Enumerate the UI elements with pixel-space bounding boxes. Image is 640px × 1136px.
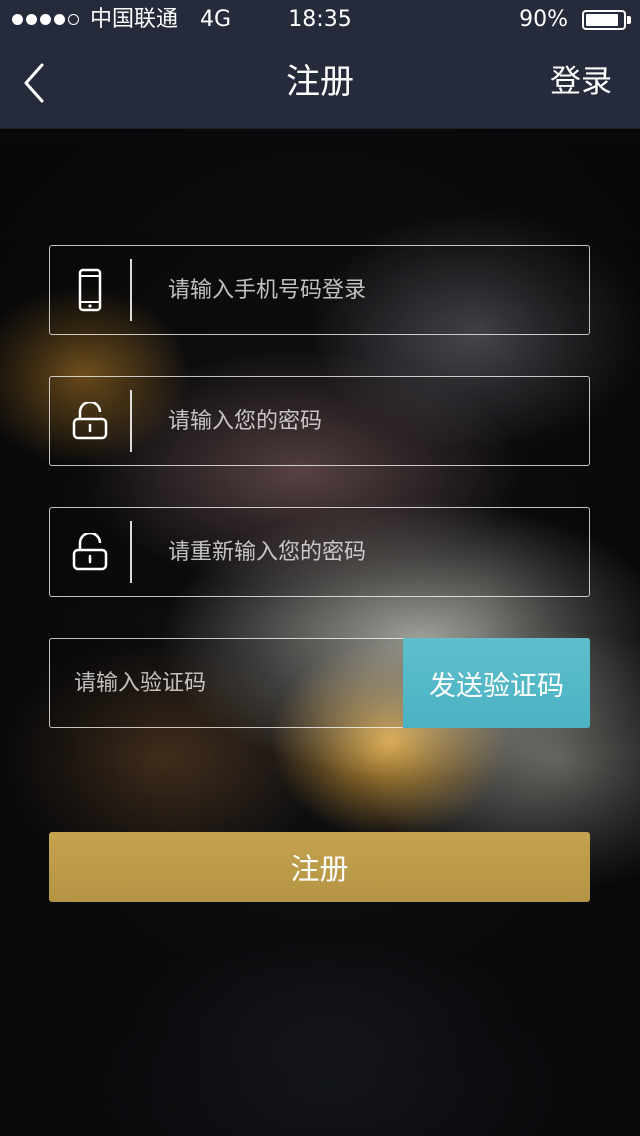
navigation-bar: 注册 登录 (0, 40, 640, 128)
register-button[interactable]: 注册 (49, 832, 590, 902)
lock-icon (50, 508, 130, 596)
battery-tip (627, 16, 631, 24)
field-divider (130, 259, 132, 321)
password-field-container (49, 376, 590, 466)
confirm-password-input[interactable] (168, 508, 578, 596)
verification-code-input[interactable] (74, 639, 394, 727)
top-bar: 中国联通 4G 18:35 90% 注册 登录 (0, 0, 640, 129)
login-link[interactable]: 登录 (550, 40, 612, 124)
status-bar: 中国联通 4G 18:35 90% (0, 0, 640, 40)
page-title: 注册 (286, 62, 354, 102)
confirm-password-field-container (49, 507, 590, 597)
send-code-button[interactable]: 发送验证码 (403, 638, 590, 728)
battery-icon (582, 10, 626, 30)
chevron-left-icon (24, 63, 44, 103)
verification-code-field-container: 发送验证码 (49, 638, 590, 728)
lock-icon (50, 377, 130, 465)
password-input[interactable] (168, 377, 578, 465)
phone-field-container (49, 245, 590, 335)
back-button[interactable] (14, 60, 54, 106)
phone-icon (50, 246, 130, 334)
battery-percent: 90% (519, 7, 568, 32)
field-divider (130, 521, 132, 583)
field-divider (130, 390, 132, 452)
battery-fill (586, 14, 619, 26)
phone-input[interactable] (168, 246, 578, 334)
